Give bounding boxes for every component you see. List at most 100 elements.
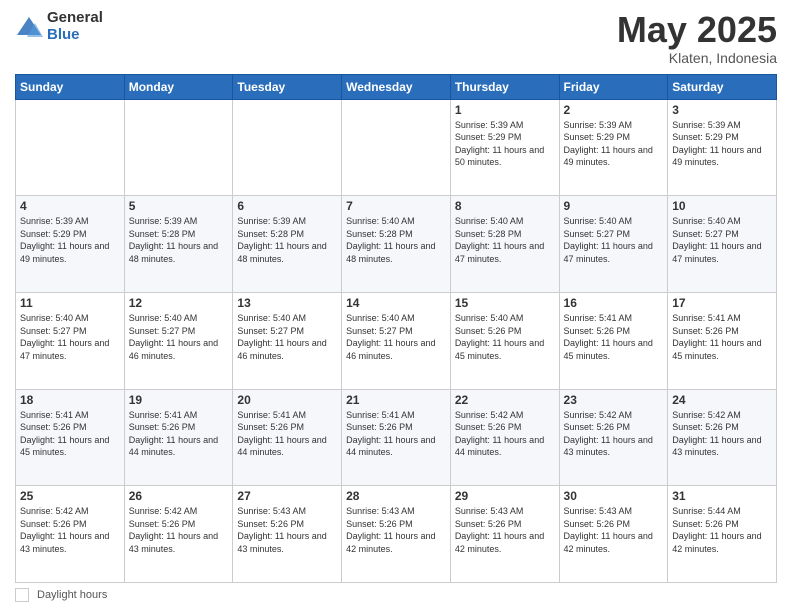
title-month: May 2025 bbox=[617, 10, 777, 50]
day-info: Sunrise: 5:40 AM Sunset: 5:27 PM Dayligh… bbox=[129, 312, 229, 362]
day-number: 15 bbox=[455, 296, 555, 310]
logo: General Blue bbox=[15, 10, 103, 43]
calendar-cell: 5 Sunrise: 5:39 AM Sunset: 5:28 PM Daylig… bbox=[124, 196, 233, 293]
day-info: Sunrise: 5:39 AM Sunset: 5:29 PM Dayligh… bbox=[20, 215, 120, 265]
calendar-cell: 18 Sunrise: 5:41 AM Sunset: 5:26 PM Dayli… bbox=[16, 389, 125, 486]
day-number: 11 bbox=[20, 296, 120, 310]
daylight-box bbox=[15, 588, 29, 602]
day-number: 14 bbox=[346, 296, 446, 310]
day-info: Sunrise: 5:40 AM Sunset: 5:28 PM Dayligh… bbox=[455, 215, 555, 265]
calendar-cell: 3Sunrise: 5:39 AM Sunset: 5:29 PM Daylig… bbox=[668, 99, 777, 196]
day-info: Sunrise: 5:42 AM Sunset: 5:26 PM Dayligh… bbox=[564, 409, 664, 459]
calendar-cell: 28 Sunrise: 5:43 AM Sunset: 5:26 PM Dayli… bbox=[342, 486, 451, 583]
day-info: Sunrise: 5:40 AM Sunset: 5:26 PM Dayligh… bbox=[455, 312, 555, 362]
day-number: 18 bbox=[20, 393, 120, 407]
day-info: Sunrise: 5:42 AM Sunset: 5:26 PM Dayligh… bbox=[455, 409, 555, 459]
day-info: Sunrise: 5:43 AM Sunset: 5:26 PM Dayligh… bbox=[346, 505, 446, 555]
day-number: 24 bbox=[672, 393, 772, 407]
day-number: 19 bbox=[129, 393, 229, 407]
day-number: 17 bbox=[672, 296, 772, 310]
calendar-cell: 23 Sunrise: 5:42 AM Sunset: 5:26 PM Dayli… bbox=[559, 389, 668, 486]
calendar-cell: 19 Sunrise: 5:41 AM Sunset: 5:26 PM Dayli… bbox=[124, 389, 233, 486]
day-info: Sunrise: 5:40 AM Sunset: 5:28 PM Dayligh… bbox=[346, 215, 446, 265]
day-info: Sunrise: 5:44 AM Sunset: 5:26 PM Dayligh… bbox=[672, 505, 772, 555]
day-number: 9 bbox=[564, 199, 664, 213]
day-number: 16 bbox=[564, 296, 664, 310]
day-info: Sunrise: 5:41 AM Sunset: 5:26 PM Dayligh… bbox=[564, 312, 664, 362]
title-location: Klaten, Indonesia bbox=[617, 50, 777, 66]
calendar-cell: 29 Sunrise: 5:43 AM Sunset: 5:26 PM Dayli… bbox=[450, 486, 559, 583]
calendar-cell: 22 Sunrise: 5:42 AM Sunset: 5:26 PM Dayli… bbox=[450, 389, 559, 486]
day-info: Sunrise: 5:42 AM Sunset: 5:26 PM Dayligh… bbox=[672, 409, 772, 459]
day-info: Sunrise: 5:39 AM Sunset: 5:28 PM Dayligh… bbox=[129, 215, 229, 265]
page: General Blue May 2025 Klaten, Indonesia … bbox=[0, 0, 792, 612]
day-info: Sunrise: 5:41 AM Sunset: 5:26 PM Dayligh… bbox=[346, 409, 446, 459]
calendar-cell: 25 Sunrise: 5:42 AM Sunset: 5:26 PM Dayli… bbox=[16, 486, 125, 583]
day-info: Sunrise: 5:43 AM Sunset: 5:26 PM Dayligh… bbox=[564, 505, 664, 555]
calendar-cell: 11Sunrise: 5:40 AM Sunset: 5:27 PM Dayli… bbox=[16, 292, 125, 389]
calendar-cell: 31 Sunrise: 5:44 AM Sunset: 5:26 PM Dayli… bbox=[668, 486, 777, 583]
calendar-cell: 1Sunrise: 5:39 AM Sunset: 5:29 PM Daylig… bbox=[450, 99, 559, 196]
day-number: 21 bbox=[346, 393, 446, 407]
calendar-cell: 30 Sunrise: 5:43 AM Sunset: 5:26 PM Dayli… bbox=[559, 486, 668, 583]
day-number: 12 bbox=[129, 296, 229, 310]
logo-icon bbox=[15, 13, 43, 41]
day-number: 4 bbox=[20, 199, 120, 213]
day-info: Sunrise: 5:41 AM Sunset: 5:26 PM Dayligh… bbox=[129, 409, 229, 459]
day-number: 10 bbox=[672, 199, 772, 213]
title-block: May 2025 Klaten, Indonesia bbox=[617, 10, 777, 66]
day-number: 31 bbox=[672, 489, 772, 503]
day-info: Sunrise: 5:43 AM Sunset: 5:26 PM Dayligh… bbox=[237, 505, 337, 555]
day-info: Sunrise: 5:41 AM Sunset: 5:26 PM Dayligh… bbox=[20, 409, 120, 459]
calendar-cell: 9 Sunrise: 5:40 AM Sunset: 5:27 PM Daylig… bbox=[559, 196, 668, 293]
day-info: Sunrise: 5:42 AM Sunset: 5:26 PM Dayligh… bbox=[129, 505, 229, 555]
calendar-week-5: 25 Sunrise: 5:42 AM Sunset: 5:26 PM Dayli… bbox=[16, 486, 777, 583]
day-number: 13 bbox=[237, 296, 337, 310]
day-number: 30 bbox=[564, 489, 664, 503]
calendar-header-saturday: Saturday bbox=[668, 74, 777, 99]
calendar-cell bbox=[16, 99, 125, 196]
day-number: 25 bbox=[20, 489, 120, 503]
day-number: 28 bbox=[346, 489, 446, 503]
calendar-cell: 27Sunrise: 5:43 AM Sunset: 5:26 PM Dayli… bbox=[233, 486, 342, 583]
day-number: 5 bbox=[129, 199, 229, 213]
day-number: 26 bbox=[129, 489, 229, 503]
calendar-cell: 15 Sunrise: 5:40 AM Sunset: 5:26 PM Dayli… bbox=[450, 292, 559, 389]
logo-general-text: General bbox=[47, 10, 103, 27]
day-number: 20 bbox=[237, 393, 337, 407]
logo-blue-text: Blue bbox=[47, 27, 103, 44]
day-number: 7 bbox=[346, 199, 446, 213]
day-info: Sunrise: 5:39 AM Sunset: 5:29 PM Dayligh… bbox=[455, 119, 555, 169]
calendar-cell: 13Sunrise: 5:40 AM Sunset: 5:27 PM Dayli… bbox=[233, 292, 342, 389]
calendar-cell bbox=[233, 99, 342, 196]
calendar-cell: 26 Sunrise: 5:42 AM Sunset: 5:26 PM Dayli… bbox=[124, 486, 233, 583]
calendar-header-sunday: Sunday bbox=[16, 74, 125, 99]
calendar-week-4: 18 Sunrise: 5:41 AM Sunset: 5:26 PM Dayli… bbox=[16, 389, 777, 486]
day-number: 2 bbox=[564, 103, 664, 117]
calendar-header-friday: Friday bbox=[559, 74, 668, 99]
calendar-cell bbox=[342, 99, 451, 196]
logo-text: General Blue bbox=[47, 10, 103, 43]
calendar-cell: 8Sunrise: 5:40 AM Sunset: 5:28 PM Daylig… bbox=[450, 196, 559, 293]
calendar-cell: 14Sunrise: 5:40 AM Sunset: 5:27 PM Dayli… bbox=[342, 292, 451, 389]
day-info: Sunrise: 5:40 AM Sunset: 5:27 PM Dayligh… bbox=[672, 215, 772, 265]
day-info: Sunrise: 5:40 AM Sunset: 5:27 PM Dayligh… bbox=[564, 215, 664, 265]
calendar-cell: 12 Sunrise: 5:40 AM Sunset: 5:27 PM Dayli… bbox=[124, 292, 233, 389]
calendar-header-row: SundayMondayTuesdayWednesdayThursdayFrid… bbox=[16, 74, 777, 99]
day-info: Sunrise: 5:43 AM Sunset: 5:26 PM Dayligh… bbox=[455, 505, 555, 555]
footer: Daylight hours bbox=[15, 588, 777, 602]
day-number: 23 bbox=[564, 393, 664, 407]
calendar-cell: 21 Sunrise: 5:41 AM Sunset: 5:26 PM Dayli… bbox=[342, 389, 451, 486]
calendar-header-thursday: Thursday bbox=[450, 74, 559, 99]
calendar-cell: 20 Sunrise: 5:41 AM Sunset: 5:26 PM Dayli… bbox=[233, 389, 342, 486]
day-number: 29 bbox=[455, 489, 555, 503]
day-info: Sunrise: 5:39 AM Sunset: 5:28 PM Dayligh… bbox=[237, 215, 337, 265]
day-info: Sunrise: 5:41 AM Sunset: 5:26 PM Dayligh… bbox=[237, 409, 337, 459]
day-number: 22 bbox=[455, 393, 555, 407]
calendar-week-3: 11 Sunrise: 5:40 AM Sunset: 5:27 PM Dayli… bbox=[16, 292, 777, 389]
day-info: Sunrise: 5:39 AM Sunset: 5:29 PM Dayligh… bbox=[564, 119, 664, 169]
day-info: Sunrise: 5:42 AM Sunset: 5:26 PM Dayligh… bbox=[20, 505, 120, 555]
calendar-cell: 4 Sunrise: 5:39 AM Sunset: 5:29 PM Daylig… bbox=[16, 196, 125, 293]
calendar-header-wednesday: Wednesday bbox=[342, 74, 451, 99]
calendar-cell bbox=[124, 99, 233, 196]
